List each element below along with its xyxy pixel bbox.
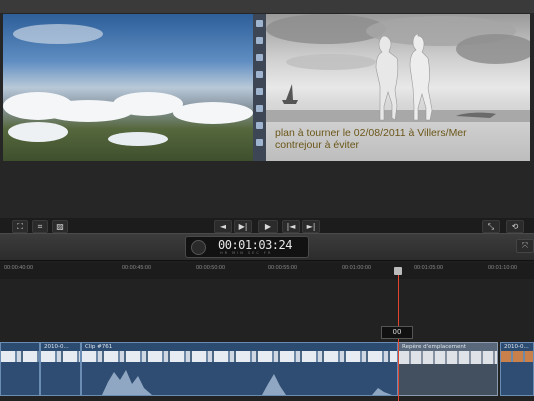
- caption-line-2: contrejour à éviter: [275, 139, 360, 151]
- film-hole: [256, 88, 263, 95]
- film-hole: [256, 105, 263, 112]
- film-hole: [256, 54, 263, 61]
- background-tasks-icon[interactable]: [191, 240, 206, 255]
- placeholder-clip[interactable]: Repère d'emplacement: [398, 342, 498, 396]
- transport-bar: ⛶ ⌗ ▨ ◄ ▶| ▶ |◄ ►| ⤡ ⟲: [0, 218, 534, 233]
- timeline-clip[interactable]: 2010-0...: [40, 342, 81, 396]
- ruler-tick-label: 00:01:10:00: [488, 265, 518, 271]
- play-button[interactable]: ▶: [258, 220, 278, 233]
- next-frame-button[interactable]: ▶|: [234, 220, 252, 233]
- film-strip: [253, 14, 266, 161]
- playhead-handle[interactable]: [394, 267, 402, 275]
- audio-waveform: [82, 362, 397, 395]
- timeline-clip[interactable]: [0, 342, 40, 396]
- transform-icon[interactable]: ⛶: [12, 220, 28, 233]
- clip-title: 2010-0...: [41, 343, 80, 351]
- ruler-tick-label: 00:01:00:00: [342, 265, 372, 271]
- clip-title: 2010-0...: [501, 343, 533, 351]
- loop-icon[interactable]: ⟲: [506, 220, 524, 233]
- audio-waveform: [1, 362, 39, 395]
- fullscreen-icon[interactable]: ⤡: [482, 220, 500, 233]
- crop-icon[interactable]: ⌗: [32, 220, 48, 233]
- timeline-clip[interactable]: 2010-0...: [500, 342, 534, 396]
- go-to-start-button[interactable]: |◄: [282, 220, 300, 233]
- film-hole: [256, 71, 263, 78]
- ruler-tick-label: 00:00:55:00: [268, 265, 298, 271]
- go-to-end-button[interactable]: ►|: [302, 220, 320, 233]
- ruler-tick-label: 00:01:05:00: [414, 265, 444, 271]
- left-video-frame[interactable]: [3, 14, 253, 161]
- tools-icon[interactable]: ⤧: [516, 239, 534, 253]
- timecode-display[interactable]: 00:01:03:24 HR MIN SEC FR: [185, 236, 309, 258]
- audio-waveform: [501, 362, 533, 395]
- timecode-value: 00:01:03:24: [218, 238, 292, 252]
- clip-title: Repère d'emplacement: [399, 343, 497, 351]
- waveform-graph: [102, 370, 392, 395]
- timeline-ruler[interactable]: 00:00:40:00 00:00:45:00 00:00:50:00 00:0…: [0, 263, 534, 280]
- film-hole: [256, 139, 263, 146]
- clip-title: [1, 343, 39, 351]
- timeline-clip[interactable]: Clip #761: [81, 342, 398, 396]
- film-hole: [256, 122, 263, 129]
- film-hole: [256, 37, 263, 44]
- clip-thumbnails: [399, 351, 497, 364]
- playhead-timecode: 00: [381, 326, 413, 339]
- audio-waveform: [41, 362, 80, 395]
- clip-title: Clip #761: [82, 343, 397, 351]
- ruler-tick-label: 00:00:40:00: [4, 265, 34, 271]
- right-storyboard-frame[interactable]: plan à tourner le 02/08/2011 à Villers/M…: [266, 14, 530, 161]
- ruler-tick-label: 00:00:50:00: [196, 265, 226, 271]
- storyboard-caption: plan à tourner le 02/08/2011 à Villers/M…: [275, 127, 525, 151]
- film-hole: [256, 20, 263, 27]
- timecode-labels: HR MIN SEC FR: [220, 251, 273, 255]
- distort-icon[interactable]: ▨: [52, 220, 68, 233]
- previous-frame-button[interactable]: ◄: [214, 220, 232, 233]
- ruler-tick-label: 00:00:45:00: [122, 265, 152, 271]
- caption-line-1: plan à tourner le 02/08/2011 à Villers/M…: [275, 127, 467, 139]
- top-toolbar: [0, 0, 534, 14]
